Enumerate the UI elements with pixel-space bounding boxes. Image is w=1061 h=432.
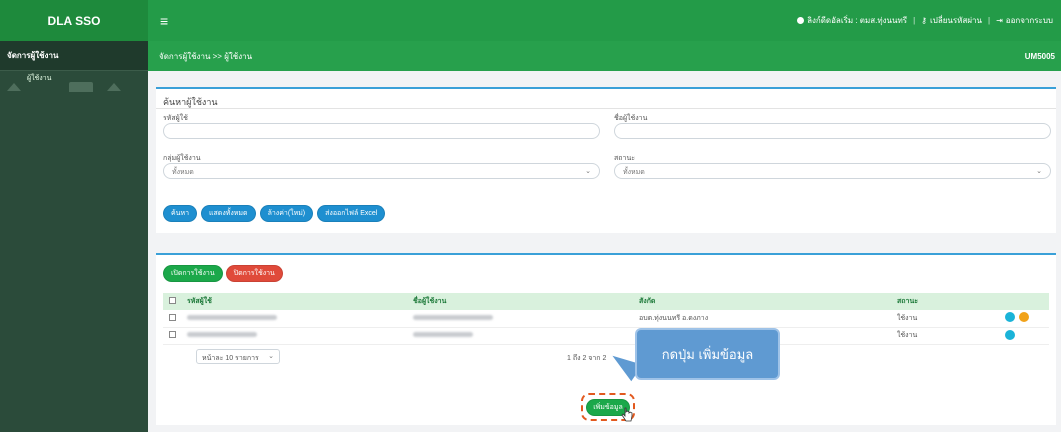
breadcrumb: จัดการผู้ใช้งาน >> ผู้ใช้งาน UM5005 — [148, 41, 1061, 71]
search-panel-title: ค้นหาผู้ใช้งาน — [156, 89, 1056, 109]
pagination-summary: 1 ถึง 2 จาก 2 — [567, 355, 607, 362]
fullname-input[interactable] — [614, 123, 1051, 139]
divider: | — [913, 16, 916, 25]
status-field-group: สถานะ ทั้งหมด ⌄ — [614, 153, 1051, 179]
column-header-agency[interactable]: สังกัด — [633, 293, 891, 310]
row-checkbox[interactable] — [169, 313, 176, 321]
group-field-group: กลุ่มผู้ใช้งาน ทั้งหมด ⌄ — [163, 153, 600, 179]
show-all-button[interactable]: แสดงทั้งหมด — [201, 205, 256, 222]
status-select-value: ทั้งหมด — [623, 169, 645, 176]
fullname-label: ชื่อผู้ใช้งาน — [614, 115, 648, 122]
group-label: กลุ่มผู้ใช้งาน — [163, 155, 201, 162]
info-circle-icon — [797, 17, 805, 24]
home-icon — [7, 83, 21, 91]
page-size-control: หน้าละ 10 รายการ ⌄ — [196, 349, 280, 364]
top-nav: ≡ ลิงก์ดีดอัลเริ่ม : ตมส.ทุ่งนนทรี | ⚷ เ… — [148, 0, 1061, 41]
status-cell: ใช้งาน — [891, 327, 999, 345]
divider: | — [987, 16, 991, 25]
profile-link[interactable]: ลิงก์ดีดอัลเริ่ม : ตมส.ทุ่งนนทรี — [797, 14, 907, 27]
table-header-row: รหัสผู้ใช้ ชื่อผู้ใช้งาน สังกัด สถานะ — [163, 293, 1049, 310]
list-actions: เปิดการใช้งาน ปิดการใช้งาน — [163, 265, 283, 282]
username-field-group: รหัสผู้ใช้ — [163, 113, 600, 139]
row-checkbox[interactable] — [169, 331, 176, 338]
disable-button[interactable]: ปิดการใช้งาน — [225, 265, 283, 282]
main-content: จัดการผู้ใช้งาน >> ผู้ใช้งาน UM5005 ค้นห… — [148, 41, 1061, 432]
status-label: สถานะ — [614, 155, 635, 162]
column-header-status[interactable]: สถานะ — [891, 293, 999, 310]
view-icon[interactable] — [1005, 329, 1015, 340]
brand-logo[interactable]: DLA SSO — [0, 0, 148, 41]
row-checkbox-cell — [163, 310, 181, 328]
redacted-text — [413, 314, 493, 320]
username-cell — [181, 310, 407, 328]
tutorial-callout: กดปุ่ม เพิ่มข้อมูล — [635, 328, 780, 380]
view-icon[interactable] — [1005, 312, 1015, 323]
logout-label: ออกจากระบบ — [1005, 16, 1053, 25]
table-row: อบต. ใช้งาน — [163, 327, 1049, 345]
redacted-text — [187, 314, 277, 320]
row-checkbox-cell — [163, 327, 181, 345]
group-select-value: ทั้งหมด — [172, 169, 194, 176]
hamburger-icon[interactable]: ≡ — [160, 13, 168, 29]
triangle-icon — [107, 83, 122, 91]
search-buttons: ค้นหา แสดงทั้งหมด ล้างค่า(ใหม่) ส่งออกไฟ… — [163, 205, 386, 222]
change-password-label: เปลี่ยนรหัสผ่าน — [930, 16, 982, 25]
actions-cell — [999, 310, 1049, 328]
page-size-select[interactable]: หน้าละ 10 รายการ ⌄ — [196, 349, 280, 364]
username-input[interactable] — [163, 123, 600, 139]
redacted-text — [187, 332, 257, 337]
folder-icon — [69, 82, 94, 92]
sidebar-item-label: ผู้ใช้งาน — [27, 75, 52, 82]
redacted-text — [413, 332, 473, 337]
actions-cell — [999, 327, 1049, 345]
username-cell — [181, 327, 407, 345]
change-password-link[interactable]: ⚷ เปลี่ยนรหัสผ่าน — [921, 14, 982, 27]
clear-button[interactable]: ล้างค่า(ใหม่) — [259, 205, 314, 222]
search-button[interactable]: ค้นหา — [163, 205, 198, 222]
export-excel-button[interactable]: ส่งออกไฟล์ Excel — [317, 205, 386, 222]
user-table: รหัสผู้ใช้ ชื่อผู้ใช้งาน สังกัด สถานะ อบ… — [163, 293, 1049, 345]
fullname-cell — [407, 310, 633, 328]
select-all-checkbox[interactable] — [169, 297, 176, 304]
user-list-panel: เปิดการใช้งาน ปิดการใช้งาน รหัสผู้ใช้ ชื… — [156, 253, 1056, 425]
screen-code: UM5005 — [1024, 51, 1055, 61]
top-links: ลิงก์ดีดอัลเริ่ม : ตมส.ทุ่งนนทรี | ⚷ เปล… — [797, 14, 1053, 27]
fullname-cell — [407, 327, 633, 345]
profile-link-label: ลิงก์ดีดอัลเริ่ม : ตมส.ทุ่งนนทรี — [807, 16, 908, 25]
sidebar-title[interactable]: จัดการผู้ใช้งาน — [0, 41, 148, 71]
status-select[interactable]: ทั้งหมด ⌄ — [614, 163, 1051, 179]
sidebar: จัดการผู้ใช้งาน ผู้ใช้งาน — [0, 41, 148, 432]
chevron-down-icon: ⌄ — [268, 353, 274, 360]
status-cell: ใช้งาน — [891, 310, 999, 328]
column-header-username[interactable]: รหัสผู้ใช้ — [181, 293, 407, 310]
agency-cell: อบต.ทุ่งนนทรี อ.ดงภาง — [633, 310, 891, 328]
fullname-field-group: ชื่อผู้ใช้งาน — [614, 113, 1051, 139]
chevron-down-icon: ⌄ — [1036, 168, 1042, 175]
top-header: DLA SSO ≡ ลิงก์ดีดอัลเริ่ม : ตมส.ทุ่งนนท… — [0, 0, 1061, 41]
hand-cursor-icon — [621, 407, 633, 422]
column-header-fullname[interactable]: ชื่อผู้ใช้งาน — [407, 293, 633, 310]
enable-button[interactable]: เปิดการใช้งาน — [163, 265, 223, 282]
edit-icon[interactable] — [1019, 312, 1029, 323]
column-header-actions — [999, 293, 1049, 310]
page-size-value: หน้าละ 10 รายการ — [202, 355, 259, 362]
sidebar-item-users[interactable]: ผู้ใช้งาน — [0, 71, 148, 99]
chevron-down-icon: ⌄ — [585, 168, 591, 175]
key-icon: ⚷ — [921, 16, 927, 25]
breadcrumb-path: จัดการผู้ใช้งาน >> ผู้ใช้งาน — [159, 51, 253, 61]
group-select[interactable]: ทั้งหมด ⌄ — [163, 163, 600, 179]
logout-link[interactable]: ⇥ ออกจากระบบ — [996, 14, 1053, 27]
select-all-cell — [163, 293, 181, 310]
username-label: รหัสผู้ใช้ — [163, 115, 188, 122]
table-row: อบต.ทุ่งนนทรี อ.ดงภาง ใช้งาน — [163, 310, 1049, 328]
search-panel: ค้นหาผู้ใช้งาน รหัสผู้ใช้ ชื่อผู้ใช้งาน … — [156, 87, 1056, 233]
logout-icon: ⇥ — [996, 16, 1003, 25]
